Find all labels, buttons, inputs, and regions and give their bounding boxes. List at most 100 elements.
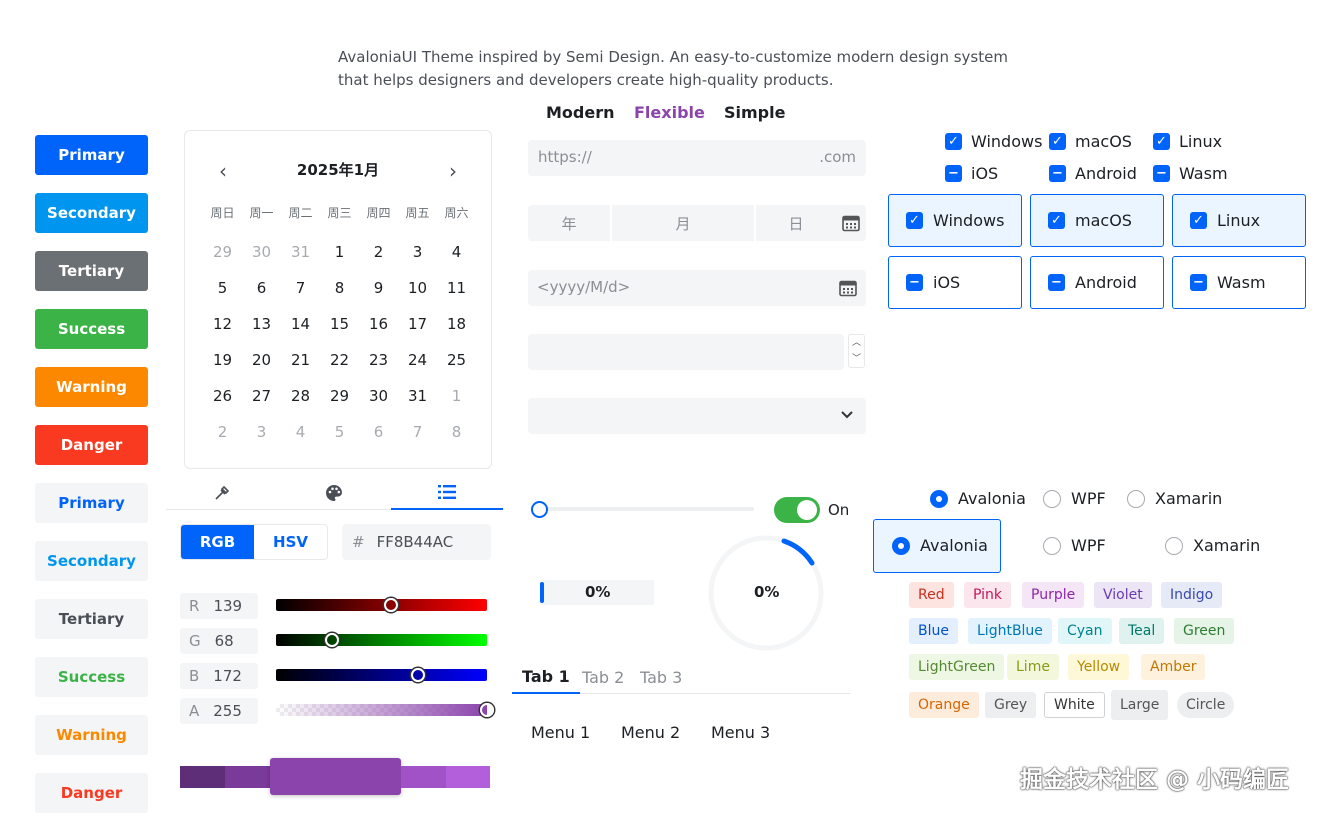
calendar-day[interactable]: 12: [203, 311, 242, 347]
calendar-day[interactable]: 27: [242, 383, 281, 419]
calendar-day[interactable]: 9: [359, 275, 398, 311]
red-slider[interactable]: [276, 598, 487, 612]
slider-thumb[interactable]: [531, 501, 548, 518]
calendar-day[interactable]: 20: [242, 347, 281, 383]
alpha-slider-thumb[interactable]: [480, 703, 494, 717]
numeric-input[interactable]: [528, 334, 844, 370]
checkbox-ios[interactable]: − iOS: [945, 164, 998, 183]
secondary-light-button[interactable]: Secondary: [35, 541, 148, 581]
year-field[interactable]: 年: [528, 205, 612, 241]
secondary-button[interactable]: Secondary: [35, 193, 148, 233]
slider-track[interactable]: [540, 507, 754, 511]
blue-slider-thumb[interactable]: [411, 668, 426, 682]
alpha-channel-input[interactable]: A 255: [180, 698, 258, 724]
card-checkbox-android[interactable]: − Android: [1030, 256, 1164, 309]
calendar-day[interactable]: 5: [203, 275, 242, 311]
danger-light-button[interactable]: Danger: [35, 773, 148, 813]
chevron-down-icon[interactable]: ﹀: [849, 351, 864, 367]
checkbox-linux[interactable]: ✓ Linux: [1153, 132, 1222, 151]
warning-button[interactable]: Warning: [35, 367, 148, 407]
calendar-day[interactable]: 6: [359, 419, 398, 455]
hex-input[interactable]: # FF8B44AC: [342, 524, 491, 560]
calendar-day[interactable]: 15: [320, 311, 359, 347]
calendar-day[interactable]: 5: [320, 419, 359, 455]
menu-3[interactable]: Menu 3: [711, 723, 770, 742]
warning-light-button[interactable]: Warning: [35, 715, 148, 755]
calendar-day[interactable]: 2: [359, 239, 398, 275]
chevron-up-icon[interactable]: ︿: [849, 335, 864, 351]
primary-button[interactable]: Primary: [35, 135, 148, 175]
calendar-day[interactable]: 29: [203, 239, 242, 275]
calendar-day[interactable]: 31: [398, 383, 437, 419]
calendar-day[interactable]: 14: [281, 311, 320, 347]
checkbox-android[interactable]: − Android: [1049, 164, 1137, 183]
calendar-day[interactable]: 4: [281, 419, 320, 455]
green-slider[interactable]: [276, 633, 487, 647]
blue-channel-input[interactable]: B 172: [180, 663, 258, 689]
red-channel-input[interactable]: R 139: [180, 593, 258, 619]
primary-light-button[interactable]: Primary: [35, 483, 148, 523]
url-input[interactable]: https:// .com: [528, 140, 866, 176]
calendar-day[interactable]: 8: [320, 275, 359, 311]
checkbox-windows[interactable]: ✓ Windows: [945, 132, 1042, 151]
hsv-mode-button[interactable]: HSV: [254, 525, 327, 559]
calendar-day[interactable]: 3: [242, 419, 281, 455]
radio-xamarin[interactable]: Xamarin: [1127, 489, 1222, 508]
menu-1[interactable]: Menu 1: [531, 723, 590, 742]
success-button[interactable]: Success: [35, 309, 148, 349]
calendar-day[interactable]: 13: [242, 311, 281, 347]
calendar-day[interactable]: 23: [359, 347, 398, 383]
calendar-day[interactable]: 25: [437, 347, 476, 383]
color-shade[interactable]: [446, 766, 490, 788]
eyedropper-icon[interactable]: [166, 476, 278, 510]
calendar-day[interactable]: 10: [398, 275, 437, 311]
calendar-day[interactable]: 30: [242, 239, 281, 275]
calendar-day[interactable]: 1: [320, 239, 359, 275]
calendar-day[interactable]: 18: [437, 311, 476, 347]
calendar-day[interactable]: 7: [398, 419, 437, 455]
calendar-day[interactable]: 24: [398, 347, 437, 383]
calendar-day[interactable]: 16: [359, 311, 398, 347]
green-slider-thumb[interactable]: [325, 633, 340, 647]
checkbox-macos[interactable]: ✓ macOS: [1049, 132, 1132, 151]
calendar-day[interactable]: 4: [437, 239, 476, 275]
blue-slider[interactable]: [276, 668, 487, 682]
tab-2[interactable]: Tab 2: [572, 660, 634, 694]
calendar-day[interactable]: 11: [437, 275, 476, 311]
card-checkbox-linux[interactable]: ✓ Linux: [1172, 194, 1306, 247]
success-light-button[interactable]: Success: [35, 657, 148, 697]
calendar-day[interactable]: 19: [203, 347, 242, 383]
calendar-day[interactable]: 17: [398, 311, 437, 347]
select-box[interactable]: [528, 398, 866, 434]
calendar-day[interactable]: 7: [281, 275, 320, 311]
calendar-day[interactable]: 30: [359, 383, 398, 419]
rgb-mode-button[interactable]: RGB: [181, 525, 254, 559]
calendar-day[interactable]: 1: [437, 383, 476, 419]
month-field[interactable]: 月: [612, 205, 756, 241]
card-radio-wpf[interactable]: WPF: [1043, 536, 1106, 555]
calendar-day[interactable]: 3: [398, 239, 437, 275]
color-shade[interactable]: [180, 766, 225, 788]
calendar-day[interactable]: 21: [281, 347, 320, 383]
calendar-day[interactable]: 2: [203, 419, 242, 455]
calendar-icon[interactable]: [836, 205, 866, 241]
current-color-swatch[interactable]: [270, 758, 401, 795]
date-picker-input[interactable]: <yyyy/M/d>: [528, 270, 866, 306]
card-checkbox-wasm[interactable]: − Wasm: [1172, 256, 1306, 309]
danger-button[interactable]: Danger: [35, 425, 148, 465]
card-checkbox-ios[interactable]: − iOS: [888, 256, 1022, 309]
calendar-day[interactable]: 28: [281, 383, 320, 419]
toggle-switch[interactable]: [774, 497, 820, 523]
checkbox-wasm[interactable]: − Wasm: [1153, 164, 1228, 183]
menu-2[interactable]: Menu 2: [621, 723, 680, 742]
date-parts-input[interactable]: 年 月 日: [528, 205, 866, 241]
tertiary-button[interactable]: Tertiary: [35, 251, 148, 291]
tab-1[interactable]: Tab 1: [512, 660, 580, 694]
chevron-right-icon[interactable]: ›: [449, 159, 457, 183]
chevron-down-icon[interactable]: [840, 407, 854, 425]
day-field[interactable]: 日: [756, 205, 836, 241]
radio-wpf[interactable]: WPF: [1043, 489, 1106, 508]
color-shade[interactable]: [225, 766, 270, 788]
calendar-day[interactable]: 22: [320, 347, 359, 383]
green-channel-input[interactable]: G 68: [180, 628, 258, 654]
